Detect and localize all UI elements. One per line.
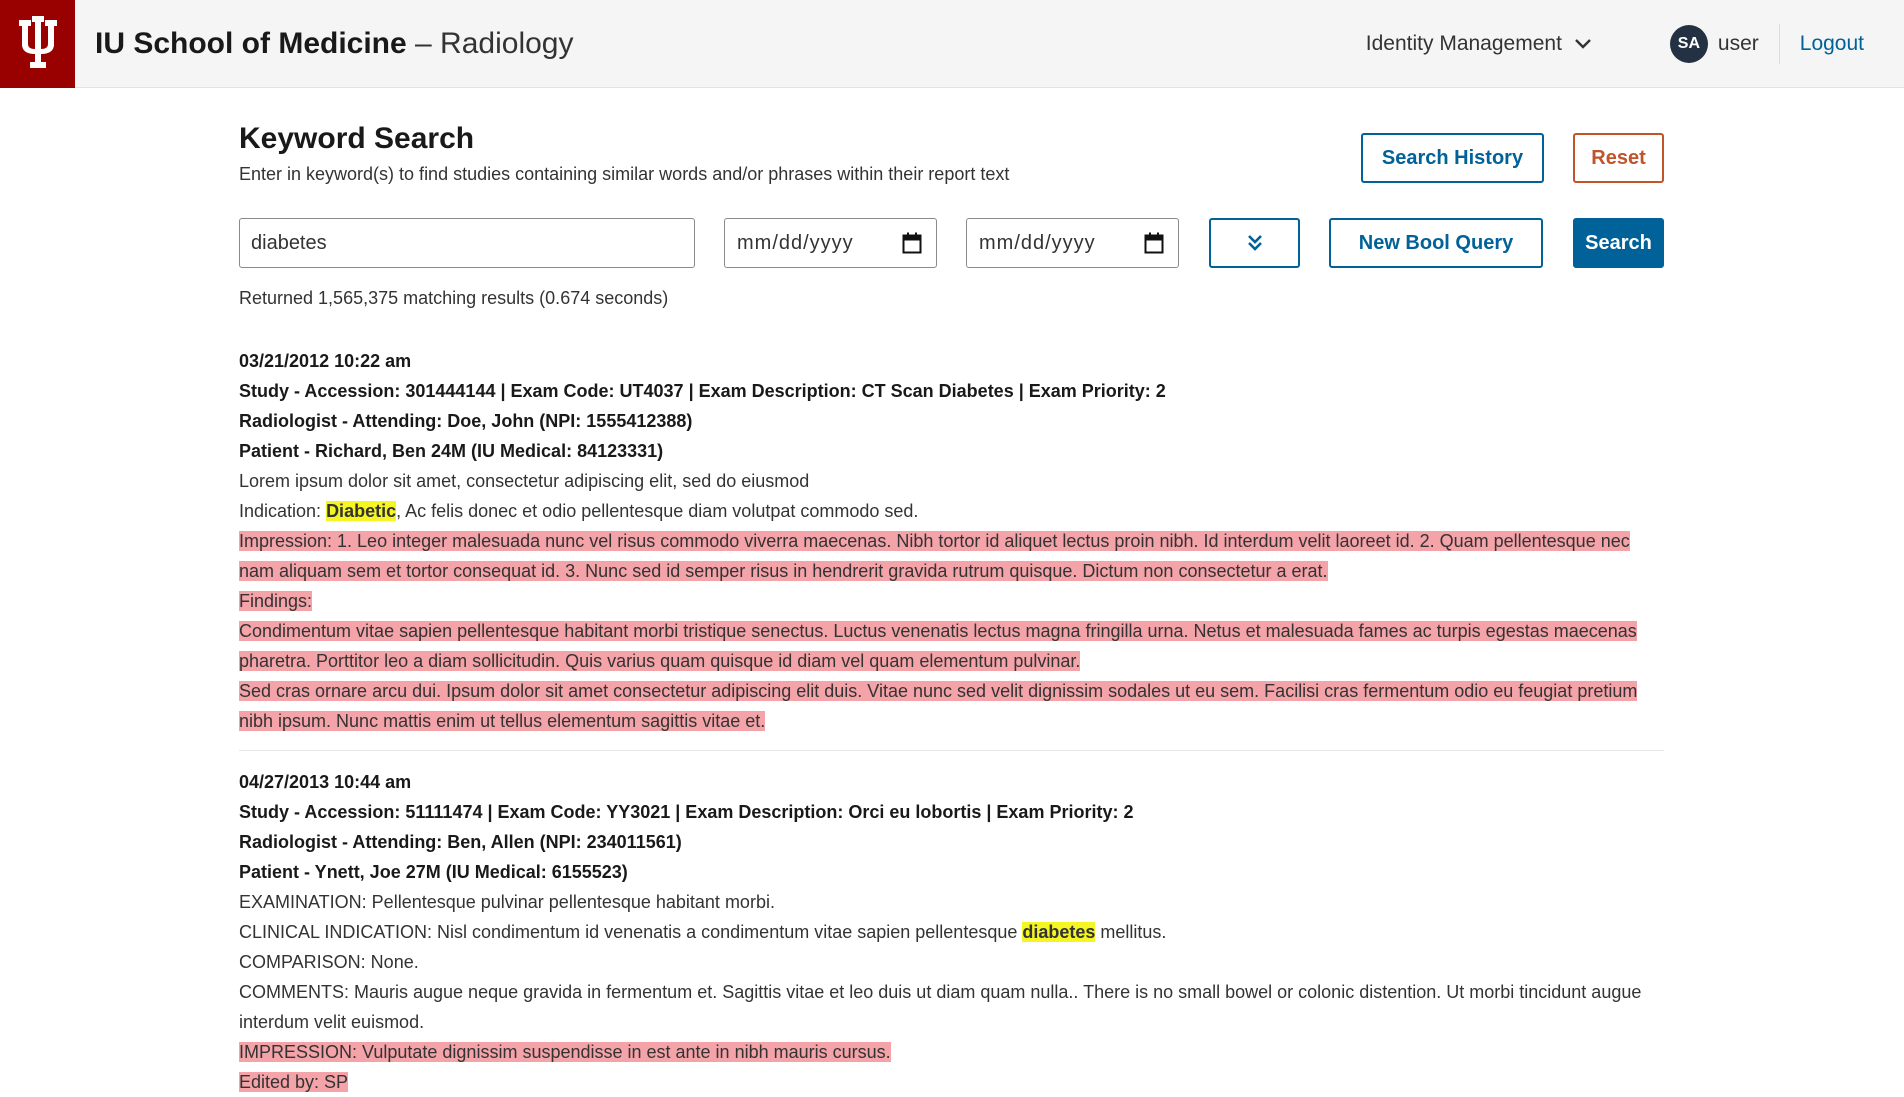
new-bool-query-button[interactable]: New Bool Query	[1329, 218, 1543, 268]
top-header: IU School of Medicine – Radiology Identi…	[0, 0, 1904, 88]
search-button[interactable]: Search	[1573, 218, 1664, 268]
indication-prefix: Indication:	[239, 501, 327, 521]
page-title: Keyword Search	[239, 122, 475, 155]
page-description: Enter in keyword(s) to find studies cont…	[239, 164, 1010, 184]
avatar[interactable]: SA	[1669, 25, 1708, 63]
result-study: Study - Accession: 301444144 | Exam Code…	[239, 381, 1166, 401]
clinical-suffix: mellitus.	[1095, 922, 1167, 942]
result-datetime: 03/21/2012 10:22 am	[239, 351, 412, 371]
logout-link[interactable]: Logout	[1800, 32, 1864, 56]
iu-trident-logo[interactable]	[0, 0, 75, 88]
date-from-input[interactable]: mm/dd/yyyy	[724, 218, 937, 268]
report-comparison: COMPARISON: None.	[239, 952, 419, 972]
report-indication: Indication: Diabetic, Ac felis donec et …	[239, 496, 1664, 526]
result-patient: Patient - Richard, Ben 24M (IU Medical: …	[239, 441, 664, 461]
result-count: Returned 1,565,375 matching results (0.6…	[239, 288, 669, 308]
identity-management-label: Identity Management	[1365, 32, 1562, 55]
date-to-input[interactable]: mm/dd/yyyy	[966, 218, 1179, 268]
date-to-placeholder: mm/dd/yyyy	[979, 231, 1096, 254]
results-list: 03/21/2012 10:22 am Study - Accession: 3…	[239, 346, 1664, 1097]
double-chevron-down-icon	[1247, 235, 1262, 251]
advanced-options-toggle-button[interactable]	[1209, 218, 1300, 268]
calendar-icon[interactable]	[1144, 232, 1164, 254]
header-right: Identity Management SA user Logout	[1366, 0, 1864, 88]
date-from-placeholder: mm/dd/yyyy	[737, 231, 854, 254]
report-impression: IMPRESSION: Vulputate dignissim suspendi…	[239, 1037, 1664, 1067]
report-edited-by: Edited by: SP	[239, 1067, 1664, 1097]
report-findings-label: Findings:	[239, 586, 1664, 616]
result-divider	[239, 750, 1664, 751]
result-study: Study - Accession: 51111474 | Exam Code:…	[239, 802, 1134, 822]
edited-by-text: Edited by: SP	[239, 1072, 349, 1092]
result-patient: Patient - Ynett, Joe 27M (IU Medical: 61…	[239, 862, 628, 882]
calendar-icon[interactable]	[902, 232, 922, 254]
clinical-prefix: CLINICAL INDICATION: Nisl condimentum id…	[239, 922, 1023, 942]
result-datetime: 04/27/2013 10:44 am	[239, 772, 412, 792]
result-radiologist: Radiologist - Attending: Ben, Allen (NPI…	[239, 832, 682, 852]
report-line: Lorem ipsum dolor sit amet, consectetur …	[239, 471, 810, 491]
keyword-search-input[interactable]: diabetes	[239, 218, 695, 268]
keyword-highlight: diabetes	[1022, 922, 1096, 942]
result-item[interactable]: 04/27/2013 10:44 am Study - Accession: 5…	[239, 767, 1664, 1097]
report-clinical-indication: CLINICAL INDICATION: Nisl condimentum id…	[239, 917, 1664, 947]
chevron-down-icon	[1575, 39, 1591, 49]
result-radiologist: Radiologist - Attending: Doe, John (NPI:…	[239, 411, 693, 431]
result-item[interactable]: 03/21/2012 10:22 am Study - Accession: 3…	[239, 346, 1664, 751]
app-title-sub: – Radiology	[406, 26, 574, 60]
report-comments: COMMENTS: Mauris augue neque gravida in …	[239, 982, 1642, 1032]
app-title: IU School of Medicine – Radiology	[95, 27, 573, 61]
keyword-highlight: Diabetic	[326, 501, 397, 521]
divider	[1778, 24, 1780, 64]
impression-text: IMPRESSION: Vulputate dignissim suspendi…	[239, 1042, 891, 1062]
findings-text-1: Condimentum vitae sapien pellentesque ha…	[239, 621, 1637, 671]
app-title-bold: IU School of Medicine	[95, 26, 407, 60]
report-examination: EXAMINATION: Pellentesque pulvinar pelle…	[239, 892, 775, 912]
indication-suffix: , Ac felis donec et odio pellentesque di…	[396, 501, 919, 521]
search-history-button[interactable]: Search History	[1361, 133, 1544, 183]
report-findings-2: Sed cras ornare arcu dui. Ipsum dolor si…	[239, 676, 1664, 736]
report-findings-1: Condimentum vitae sapien pellentesque ha…	[239, 616, 1664, 676]
impression-text: Impression: 1. Leo integer malesuada nun…	[239, 531, 1630, 581]
identity-management-menu[interactable]: Identity Management	[1366, 32, 1592, 56]
findings-text-2: Sed cras ornare arcu dui. Ipsum dolor si…	[239, 681, 1638, 731]
reset-button[interactable]: Reset	[1573, 133, 1664, 183]
findings-label-text: Findings:	[239, 591, 313, 611]
username: user	[1717, 32, 1759, 55]
trident-icon	[18, 15, 57, 68]
report-impression: Impression: 1. Leo integer malesuada nun…	[239, 526, 1664, 586]
